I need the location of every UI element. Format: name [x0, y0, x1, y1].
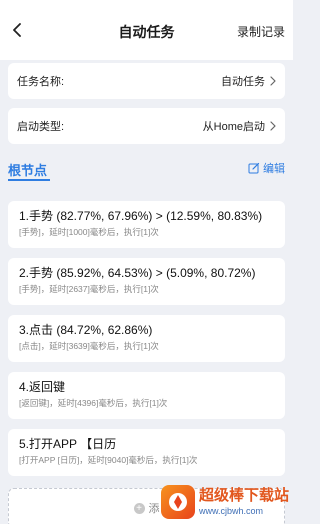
top-bar: 自动任务 录制记录	[0, 0, 293, 60]
task-name-row[interactable]: 任务名称: 自动任务	[8, 63, 285, 99]
edit-icon	[248, 162, 260, 174]
node-title: 1.手势 (82.77%, 67.96%) > (12.59%, 80.83%)	[19, 209, 263, 223]
node-card[interactable]: 5.打开APP 【日历 [打开APP [日历]，延时[9040]毫秒后，执行[1…	[8, 429, 285, 476]
node-detail: [点击]，延时[3639]毫秒后，执行[1]次	[19, 341, 159, 351]
launch-type-label: 启动类型:	[17, 121, 65, 133]
node-detail: [手势]，延时[2637]毫秒后，执行[1]次	[19, 284, 159, 294]
node-title: 5.打开APP 【日历	[19, 437, 117, 451]
chevron-right-icon	[270, 121, 276, 131]
add-node-label: 添	[148, 503, 160, 515]
tab-indicator	[8, 179, 50, 181]
task-name-value: 自动任务	[221, 76, 265, 88]
root-node-tab[interactable]: 根节点	[8, 160, 47, 179]
task-name-label: 任务名称:	[17, 76, 65, 88]
edit-label: 编辑	[263, 163, 285, 175]
node-title: 3.点击 (84.72%, 62.86%)	[19, 323, 153, 337]
record-history-link[interactable]: 录制记录	[237, 23, 285, 40]
node-detail: [手势]，延时[1000]毫秒后，执行[1]次	[19, 227, 159, 237]
watermark-logo-icon	[161, 485, 195, 519]
watermark-name: 超级棒下载站	[199, 487, 290, 504]
node-detail: [打开APP [日历]，延时[9040]毫秒后，执行[1]次	[19, 455, 198, 465]
site-watermark: 超级棒下载站 www.cjbwh.com	[161, 480, 293, 524]
node-card[interactable]: 1.手势 (82.77%, 67.96%) > (12.59%, 80.83%)…	[8, 201, 285, 248]
node-detail: [返回键]，延时[4396]毫秒后，执行[1]次	[19, 398, 168, 408]
launch-type-value: 从Home启动	[202, 121, 265, 133]
launch-type-row[interactable]: 启动类型: 从Home启动	[8, 108, 285, 144]
chevron-right-icon	[270, 76, 276, 86]
node-card[interactable]: 4.返回键 [返回键]，延时[4396]毫秒后，执行[1]次	[8, 372, 285, 419]
node-title: 4.返回键	[19, 380, 66, 394]
node-card[interactable]: 2.手势 (85.92%, 64.53%) > (5.09%, 80.72%) …	[8, 258, 285, 305]
node-card[interactable]: 3.点击 (84.72%, 62.86%) [点击]，延时[3639]毫秒后，执…	[8, 315, 285, 362]
watermark-url: www.cjbwh.com	[199, 506, 264, 516]
edit-button[interactable]: 编辑	[248, 160, 285, 176]
app-screen: 自动任务 录制记录 任务名称: 自动任务 启动类型: 从Home启动 根节点 编…	[0, 0, 293, 524]
node-title: 2.手势 (85.92%, 64.53%) > (5.09%, 80.72%)	[19, 266, 256, 280]
plus-icon: +	[133, 502, 145, 514]
